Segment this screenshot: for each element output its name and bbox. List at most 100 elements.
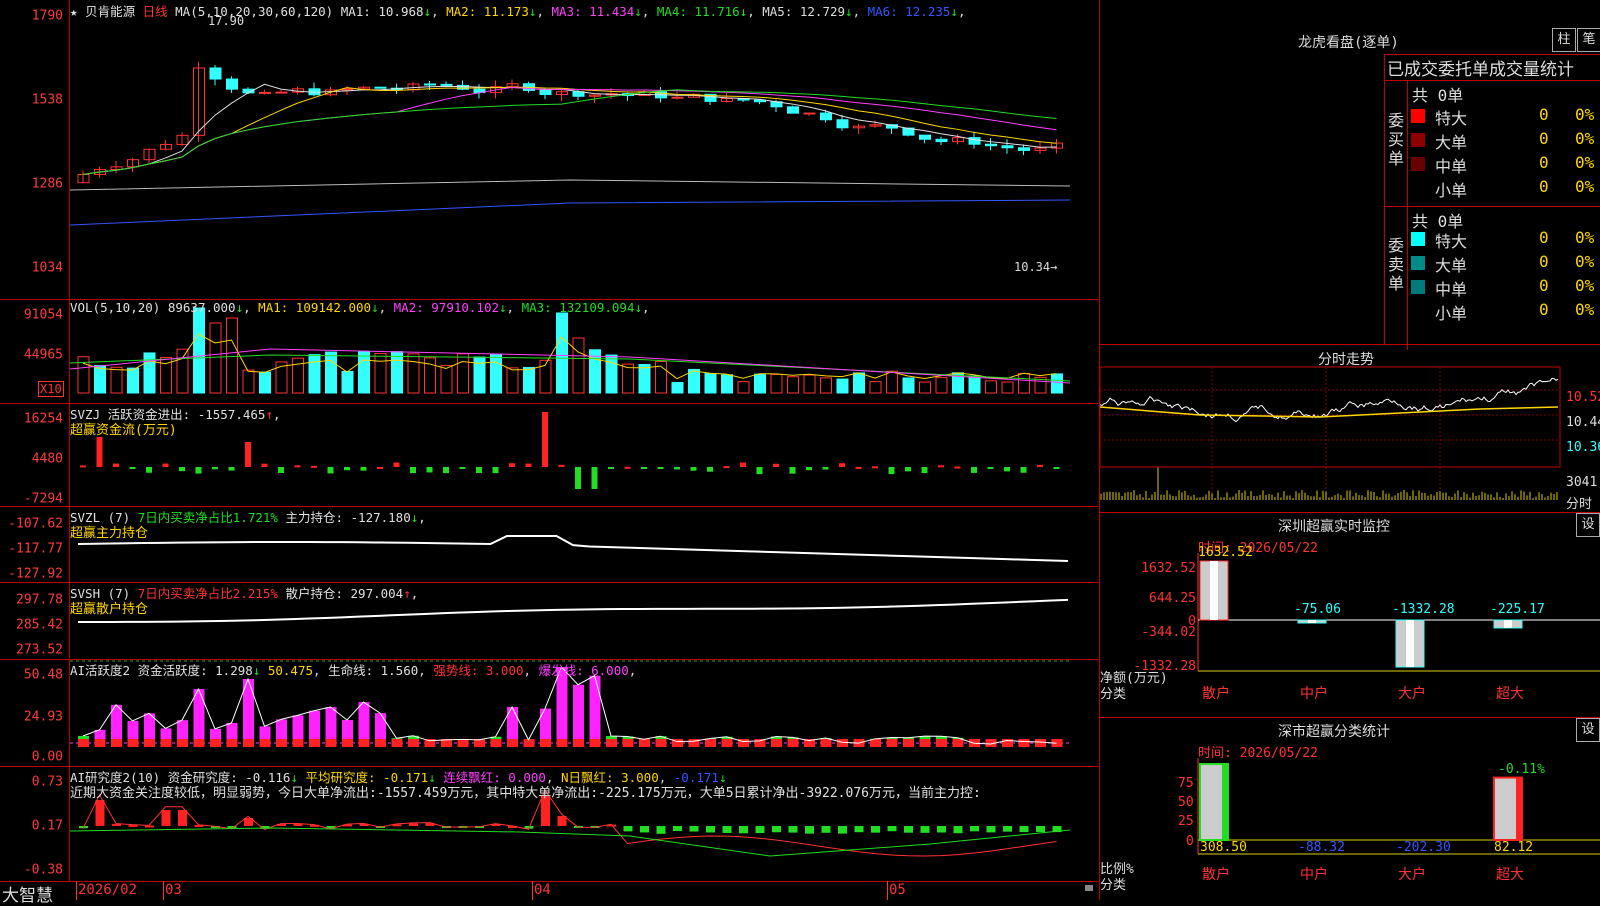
category-label: 大户 [1398,686,1426,702]
realtime-monitor-panel: 深圳超赢实时监控 设 时间: 2026/05/22 1632.52 644.25… [1099,513,1600,718]
category-label: 中户 [1300,686,1328,702]
flow-bar [96,437,103,467]
svzl-panel[interactable]: -107.62 -117.77 -127.92 SVZL (7) 7日内买卖净占… [0,506,1098,583]
svsh-panel[interactable]: 297.78 285.42 273.52 SVSH (7) 7日内买卖净占比2.… [0,582,1098,660]
ma-value: MA6: 12.235 [860,4,951,19]
buy-total: 共 0单 [1412,86,1464,105]
volume-bar [671,381,684,394]
volume-bar [176,348,189,394]
volume-bar [902,377,915,394]
flow-bar [525,463,532,467]
flow-bar [674,467,680,470]
candle-body [1018,147,1030,151]
category-title: 分类 [1100,687,1127,702]
flow-bar [575,467,581,489]
volume-bar [1018,372,1030,394]
candle-body [820,112,832,121]
price-panel[interactable]: 1790 1538 1286 1034 ★ 贝肯能源 日线 MA(5,10,20… [0,0,1098,300]
value-label: -202.30 [1396,840,1451,855]
flow-bar [80,465,86,468]
flow-bar [492,467,499,474]
pen-view-button[interactable]: 笔 [1577,28,1600,52]
svzl-y-axis: -107.62 -117.77 -127.92 [0,506,70,582]
volume-bar [308,354,321,394]
row-pct: 0% [1575,153,1595,172]
activity-base [111,739,122,747]
star-icon[interactable]: ★ [70,4,78,19]
activity-base [375,739,386,747]
bar-highlight [1308,620,1316,623]
period-label[interactable]: 日线 [143,4,168,19]
logo: 大智慧 [2,886,53,906]
activity-base [210,739,221,747]
volume-y-label: 44965 [23,347,63,363]
flow-bar [212,467,218,470]
intraday-vol-unit: 分时 [1566,497,1593,512]
volume-bar [968,375,981,394]
activity-base [952,739,964,747]
ratio-chart [1197,758,1600,855]
bar-view-button[interactable]: 柱 [1552,28,1576,52]
volume-y-label: 91054 [23,307,63,323]
price-plot[interactable]: 17.90 10.34→ [69,0,1098,299]
color-swatch [1411,157,1425,171]
flow-bar [954,466,961,469]
flow-bar [839,463,845,467]
row-count: 0 [1539,129,1549,148]
volume-bar [721,374,733,394]
flow-bar [146,467,152,473]
research-bar [788,826,798,833]
price-y-label: 1034 [31,260,63,276]
activity-base [606,739,617,747]
bar-accent [1222,764,1228,840]
flow-bar [641,467,647,469]
activity-base [540,739,551,747]
candle-body [226,78,238,90]
research-bar [986,826,996,833]
research-bar [689,826,699,832]
activity-base [127,739,139,747]
average-line [69,827,1071,857]
intraday-panel[interactable]: 分时走势 10.52 10.44 10.36 3041 分时 [1099,345,1600,513]
volume-bar [754,373,766,394]
flow-bar [822,467,829,470]
ma-arrow: ↓ [423,4,432,19]
bar-highlight [1406,620,1414,667]
separator: , [536,4,544,19]
activity-base [622,739,634,747]
activity-base [309,739,320,747]
activity-bar [193,689,205,747]
separator: , [431,4,439,19]
activity-base [523,739,535,747]
svzj-panel[interactable]: 16254 4480 -7294 SVZJ 活跃资金进出: -1557.465↑… [0,403,1098,507]
flow-bar [872,466,878,469]
flow-bar [1037,464,1043,467]
last-price-label: 10.34→ [1014,260,1058,274]
flow-bar [261,463,268,467]
candle-body [935,138,948,143]
research-bar [838,826,847,834]
date-label: 2026/02 [78,882,138,898]
dragon-tiger-panel: 龙虎看盘(逐单) 柱 笔 已成交委托单成交量统计 委买单 委卖单 共 0单 共 … [1099,0,1600,350]
research-bar [755,826,765,834]
date-label: 05 [889,882,906,898]
flow-bar [971,467,977,473]
ma-value: MA3: 11.434 [543,4,635,19]
svsh-subtitle: 超赢散户持仓 [70,602,149,617]
row-pct: 0% [1575,177,1595,196]
lock-icon[interactable] [1085,885,1093,891]
color-swatch [1411,280,1425,294]
row-count: 0 [1539,228,1549,247]
activity-base [820,739,832,747]
volume-bar [407,353,420,394]
activity-base [573,739,584,747]
ma-arrow: ↓ [950,4,958,19]
volume-panel[interactable]: 91054 44965 X10 VOL(5,10,20) 89637.000↓,… [0,299,1098,404]
candle-body [440,83,453,86]
flow-bar [228,467,235,471]
ai-research-panel[interactable]: 0.73 0.17 -0.38 AI研究度2(10) 资金研究度: -0.116… [0,766,1098,882]
volume-bar [523,366,535,394]
research-bar [1019,826,1029,833]
ai-active-panel[interactable]: 50.48 24.93 0.00 AI活跃度2 资金活跃度: 1.298↓ 50… [0,659,1098,767]
volume-bar [869,381,882,394]
